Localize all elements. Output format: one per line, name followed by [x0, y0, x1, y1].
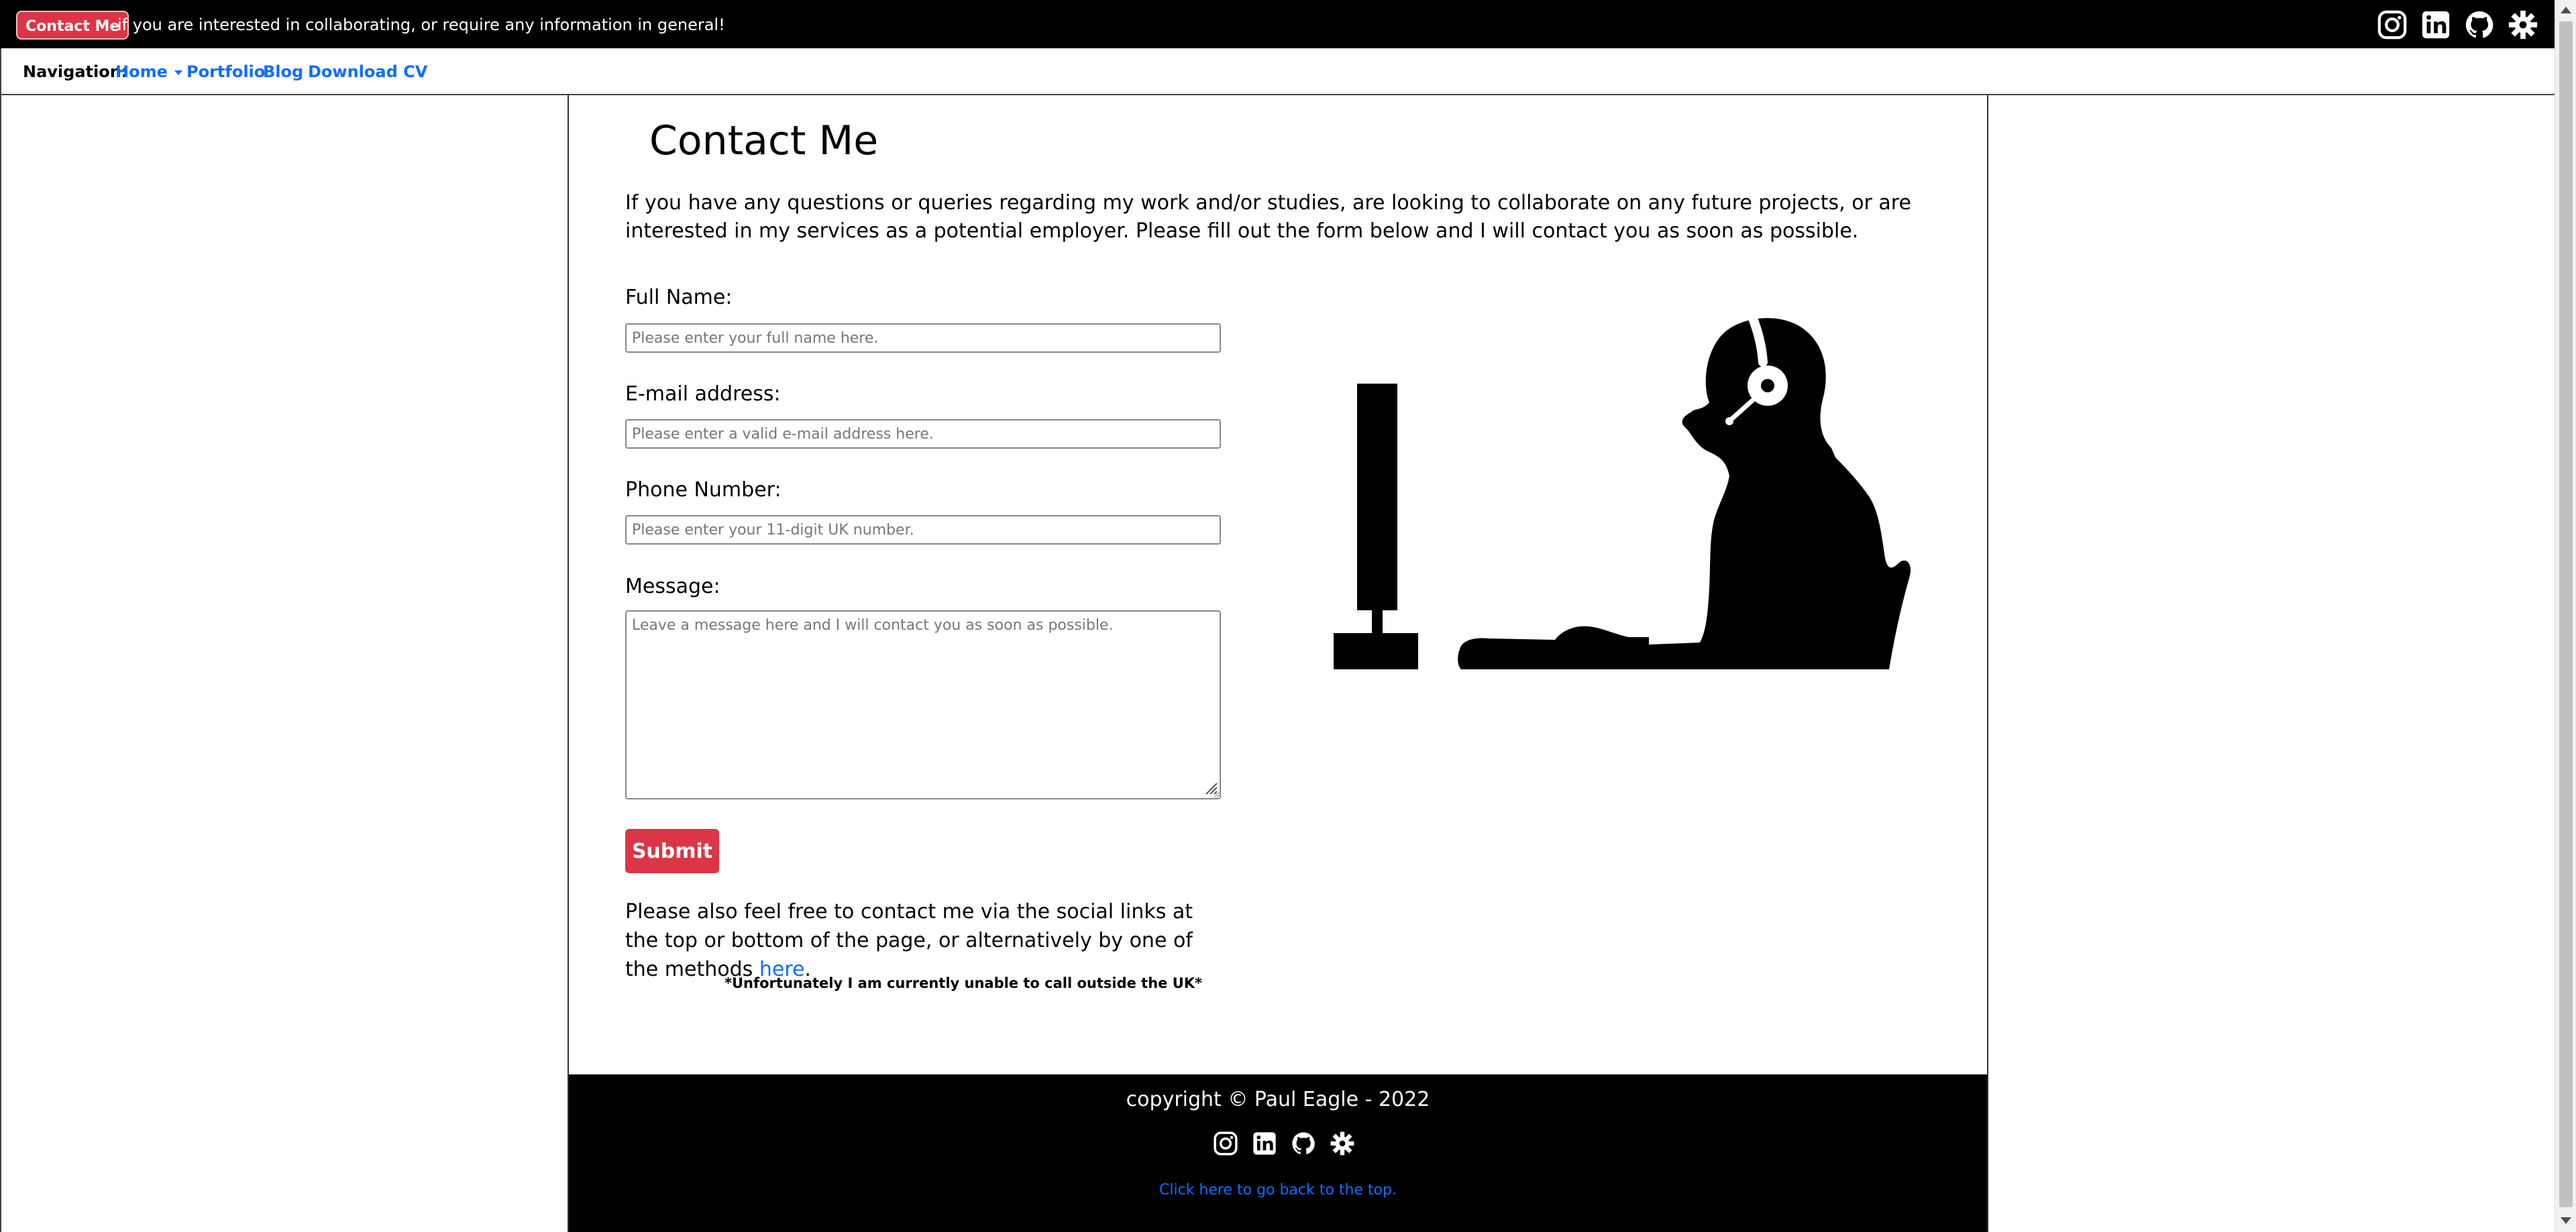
nav-item-blog[interactable]: Blog — [263, 62, 303, 82]
also-contact-sentence: Please also feel free to contact me via … — [625, 900, 1193, 981]
github-icon[interactable] — [2464, 9, 2495, 40]
social-links-footer — [1213, 1131, 1355, 1156]
nav-item-portfolio[interactable]: Portfolio — [186, 62, 265, 82]
vertical-scrollbar[interactable] — [2555, 0, 2576, 1232]
scroll-up-arrow-icon[interactable] — [2561, 7, 2571, 13]
intro-text: If you have any questions or queries reg… — [625, 191, 1911, 243]
email-label: E-mail address: — [625, 382, 781, 406]
uk-call-note: *Unfortunately I am currently unable to … — [724, 975, 1203, 991]
nav-item-home-label: Home — [115, 62, 168, 81]
nav-item-download-cv[interactable]: Download CV — [308, 62, 427, 82]
instagram-icon[interactable] — [1213, 1131, 1238, 1156]
back-to-top-link[interactable]: Click here to go back to the top. — [569, 1180, 1987, 1200]
scrollbar-thumb[interactable] — [2559, 21, 2573, 1207]
nav-item-home[interactable]: Home — [115, 62, 182, 82]
chevron-down-icon — [174, 70, 182, 75]
linkedin-icon[interactable] — [1252, 1131, 1277, 1156]
message-textarea[interactable] — [625, 610, 1221, 799]
fullname-input[interactable] — [625, 323, 1221, 353]
email-input[interactable] — [625, 419, 1221, 449]
contact-illustration-icon — [1334, 294, 1911, 669]
navigation-label: Navigation: — [23, 62, 128, 81]
navigation-bar: Navigation: Home Portfolio Blog Download… — [0, 48, 2555, 95]
page-title: Contact Me — [649, 117, 879, 164]
gear-icon[interactable] — [1330, 1131, 1355, 1156]
copyright-text: copyright © Paul Eagle - 2022 — [1126, 1088, 1430, 1111]
fullname-label: Full Name: — [625, 286, 733, 309]
main-content: Contact Me If you have any questions or … — [568, 95, 1988, 1074]
linkedin-icon[interactable] — [2420, 9, 2451, 40]
scroll-down-arrow-icon[interactable] — [2561, 1217, 2571, 1224]
also-contact-text: Please also feel free to contact me via … — [625, 897, 1229, 984]
footer: copyright © Paul Eagle - 2022 Click here… — [568, 1074, 1988, 1232]
topbar-message: if you are interested in collaborating, … — [117, 15, 725, 34]
phone-label: Phone Number: — [625, 478, 782, 502]
top-bar: Contact Me if you are interested in coll… — [0, 0, 2555, 48]
social-links-top — [2377, 9, 2538, 40]
instagram-icon[interactable] — [2377, 9, 2408, 40]
page-left-border — [0, 95, 1, 1232]
contact-me-button[interactable]: Contact Me — [16, 11, 129, 40]
submit-button[interactable]: Submit — [625, 829, 719, 873]
phone-input[interactable] — [625, 515, 1221, 545]
github-icon[interactable] — [1291, 1131, 1316, 1156]
message-label: Message: — [625, 575, 720, 598]
gear-icon[interactable] — [2508, 9, 2538, 40]
